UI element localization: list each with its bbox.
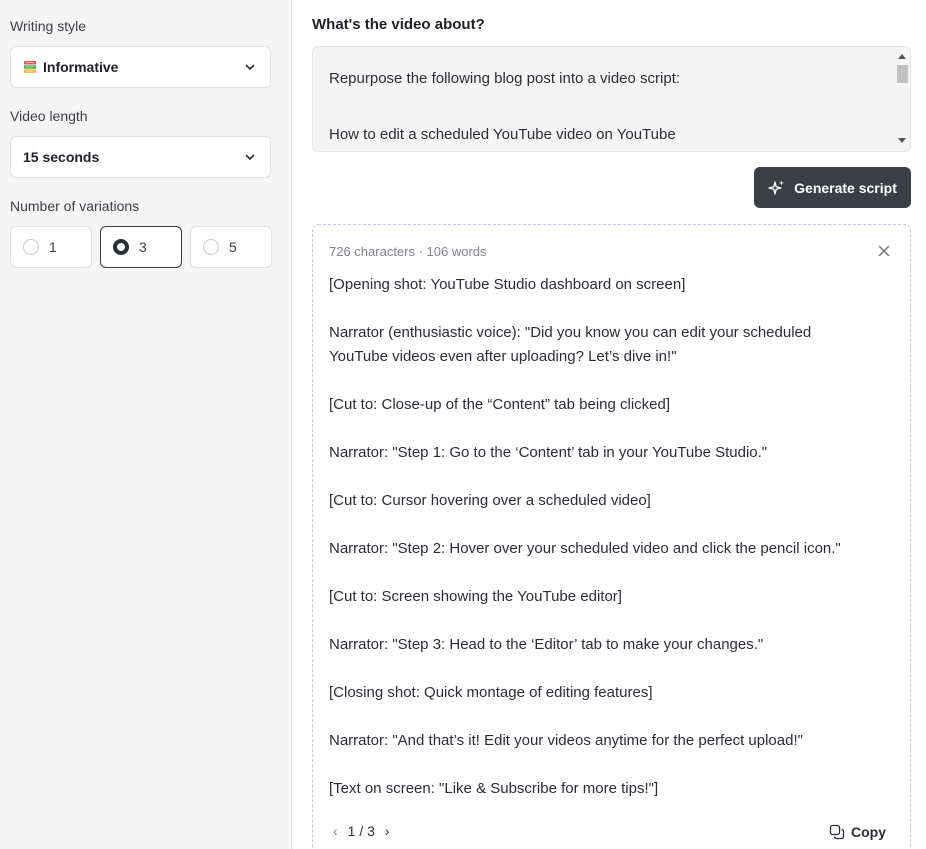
script-line: Narrator: "Step 3: Head to the ‘Editor’ … bbox=[329, 636, 764, 653]
script-line: [Closing shot: Quick montage of editing … bbox=[329, 684, 653, 701]
script-line: [Cut to: Cursor hovering over a schedule… bbox=[329, 492, 651, 509]
variation-option-label: 1 bbox=[49, 239, 57, 255]
script-blank-line bbox=[329, 561, 890, 585]
script-line: YouTube videos even after uploading? Let… bbox=[329, 348, 677, 365]
variation-option-label: 5 bbox=[229, 239, 237, 255]
script-blank-line bbox=[329, 297, 890, 321]
generate-script-label: Generate script bbox=[794, 179, 897, 196]
script-text: [Opening shot: YouTube Studio dashboard … bbox=[329, 273, 890, 801]
variations-radio-group: 1 3 5 bbox=[10, 226, 272, 268]
script-result-card: 726 characters · 106 words [Opening shot… bbox=[312, 224, 911, 849]
variation-option-5[interactable]: 5 bbox=[190, 226, 272, 268]
variation-option-label: 3 bbox=[139, 239, 147, 255]
chevron-down-icon bbox=[245, 154, 255, 160]
writing-style-label: Writing style bbox=[10, 18, 86, 34]
video-length-select[interactable]: 15 seconds bbox=[10, 136, 271, 178]
close-icon[interactable] bbox=[878, 245, 890, 257]
copy-icon bbox=[829, 824, 845, 840]
sparkles-icon bbox=[768, 180, 785, 195]
script-blank-line bbox=[329, 465, 890, 489]
variation-option-3[interactable]: 3 bbox=[100, 226, 182, 268]
script-line: [Opening shot: YouTube Studio dashboard … bbox=[329, 276, 686, 293]
script-line: Narrator: "Step 2: Hover over your sched… bbox=[329, 540, 841, 557]
writing-style-value: Informative bbox=[43, 59, 119, 75]
script-blank-line bbox=[329, 609, 890, 633]
script-blank-line bbox=[329, 417, 890, 441]
radio-circle-selected bbox=[113, 239, 129, 255]
radio-circle bbox=[203, 239, 219, 255]
script-line: Narrator: "Step 1: Go to the ‘Content’ t… bbox=[329, 444, 768, 461]
chevron-down-icon bbox=[245, 64, 255, 70]
scroll-down-icon[interactable] bbox=[898, 138, 906, 143]
scroll-thumb[interactable] bbox=[897, 65, 908, 83]
script-line: [Cut to: Close-up of the “Content” tab b… bbox=[329, 396, 671, 413]
prompt-scrollbar[interactable] bbox=[896, 51, 908, 147]
chevron-left-icon[interactable]: ‹ bbox=[333, 823, 338, 839]
script-blank-line bbox=[329, 369, 890, 393]
character-word-count: 726 characters · 106 words bbox=[329, 244, 487, 259]
variation-option-1[interactable]: 1 bbox=[10, 226, 92, 268]
pager-count: 1 / 3 bbox=[347, 823, 375, 839]
video-length-value: 15 seconds bbox=[23, 149, 100, 165]
variations-label: Number of variations bbox=[10, 198, 140, 214]
copy-button[interactable]: Copy bbox=[829, 824, 886, 840]
radio-circle bbox=[23, 239, 39, 255]
script-line: Narrator: "And that’s it! Edit your vide… bbox=[329, 732, 803, 749]
writing-style-select[interactable]: Informative bbox=[10, 46, 271, 88]
script-line: [Text on screen: "Like & Subscribe for m… bbox=[329, 780, 659, 797]
script-blank-line bbox=[329, 705, 890, 729]
script-line: Narrator (enthusiastic voice): "Did you … bbox=[329, 324, 812, 341]
script-blank-line bbox=[329, 753, 890, 777]
generate-script-button[interactable]: Generate script bbox=[754, 167, 911, 208]
books-icon bbox=[23, 60, 37, 74]
script-line: [Cut to: Screen showing the YouTube edit… bbox=[329, 588, 622, 605]
page-title: What's the video about? bbox=[312, 16, 485, 33]
script-blank-line bbox=[329, 513, 890, 537]
prompt-text: Repurpose the following blog post into a… bbox=[329, 70, 681, 143]
copy-label: Copy bbox=[851, 824, 886, 840]
settings-sidebar: Writing style Informative Video length 1… bbox=[0, 0, 292, 849]
prompt-textarea[interactable]: Repurpose the following blog post into a… bbox=[312, 46, 911, 152]
variation-pager: ‹ 1 / 3 › bbox=[333, 823, 390, 839]
chevron-right-icon[interactable]: › bbox=[385, 823, 390, 839]
script-blank-line bbox=[329, 657, 890, 681]
video-length-label: Video length bbox=[10, 108, 88, 124]
scroll-up-icon[interactable] bbox=[898, 54, 906, 59]
